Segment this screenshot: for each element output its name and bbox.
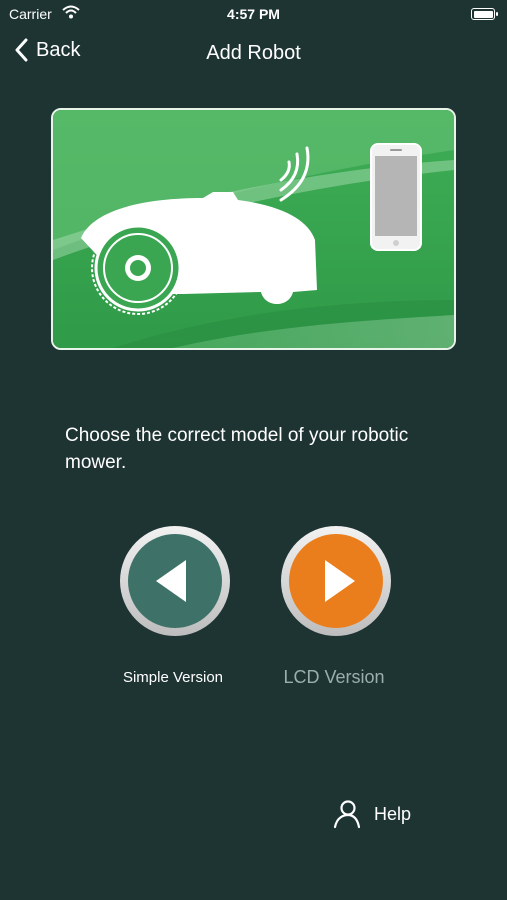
simple-version-label[interactable]: Simple Version — [90, 669, 256, 686]
lcd-version-button[interactable] — [279, 524, 393, 638]
lcd-version-label[interactable]: LCD Version — [251, 667, 417, 688]
help-button[interactable]: Help — [332, 799, 411, 829]
person-icon — [333, 800, 361, 829]
status-time: 4:57 PM — [227, 6, 280, 22]
battery-icon — [471, 8, 498, 20]
smartphone-icon — [370, 143, 422, 251]
help-label: Help — [374, 803, 412, 824]
simple-version-button[interactable] — [118, 524, 232, 638]
instruction-text: Choose the correct model of your robotic… — [65, 425, 409, 473]
page-title: Add Robot — [206, 42, 301, 64]
navigation-bar: Back Add Robot — [0, 34, 507, 74]
robot-illustration — [51, 108, 456, 350]
status-bar: Carrier 4:57 PM — [0, 0, 507, 28]
